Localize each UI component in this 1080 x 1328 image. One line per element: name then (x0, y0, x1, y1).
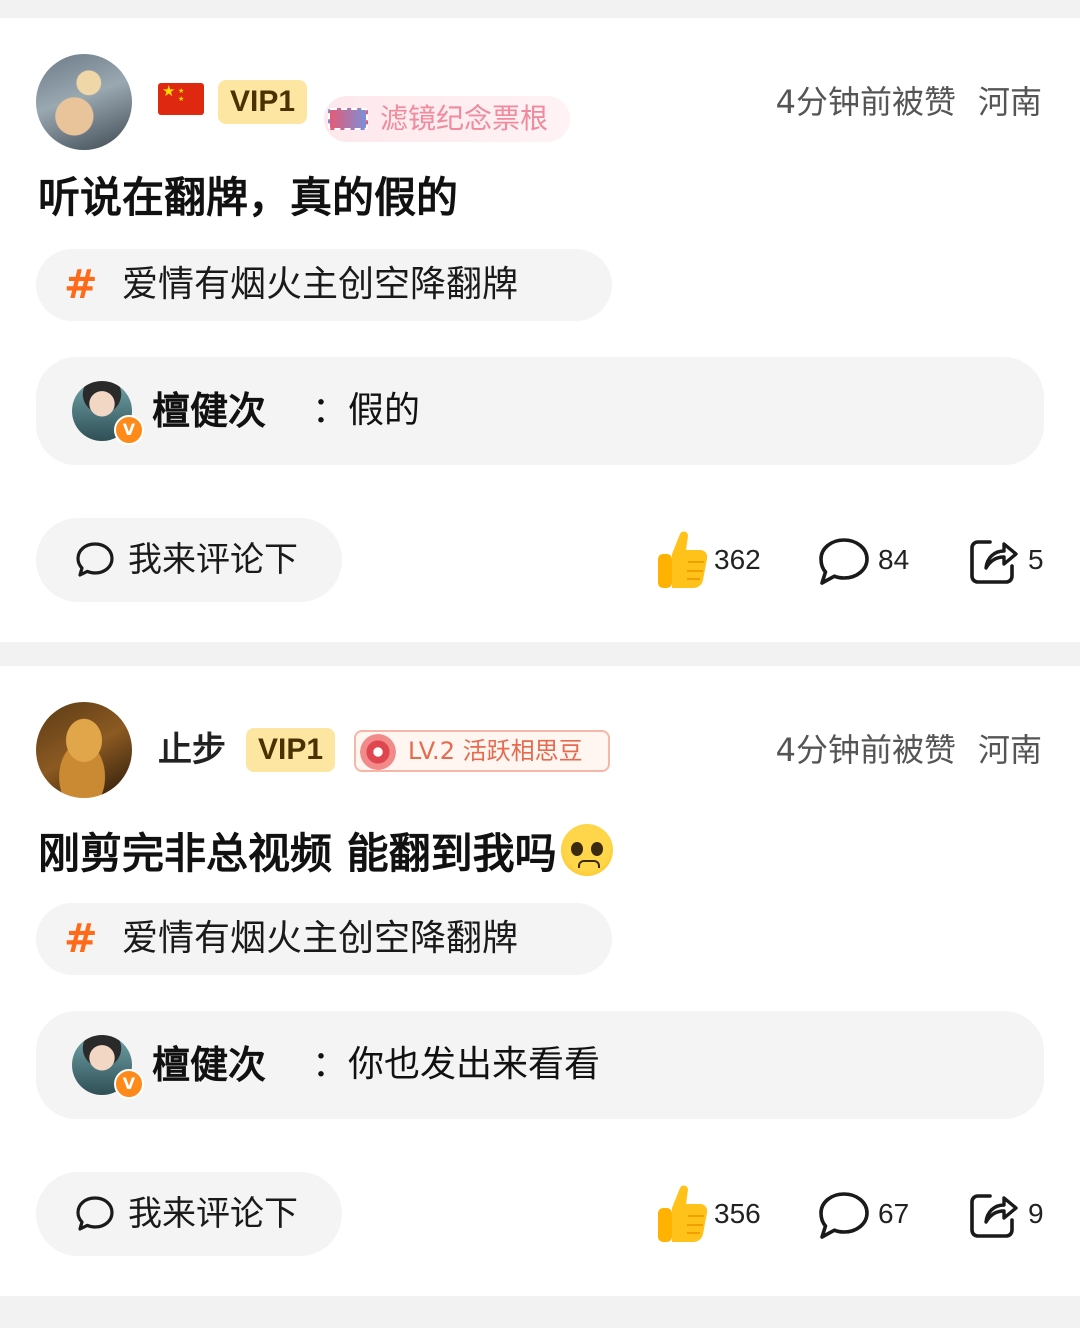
share-icon (970, 540, 1018, 584)
ticket-badge[interactable]: 滤镜纪念票根 (324, 96, 570, 142)
badge-label: LV.2 活跃相思豆 (408, 737, 583, 765)
flower-icon (360, 734, 396, 770)
comment-input-button[interactable]: 我来评论下 (36, 518, 342, 602)
like-count: 356 (714, 1198, 761, 1229)
post-meta: 4分钟前被赞 河南 (776, 728, 1042, 772)
avatar[interactable] (36, 54, 132, 150)
comment-count-button[interactable]: 67 (816, 1182, 916, 1246)
thumbs-up-icon (658, 1185, 708, 1242)
reply-separator: ： (312, 390, 349, 431)
china-flag-icon (158, 83, 204, 115)
location: 河南 (977, 83, 1042, 121)
post-content: 刚剪完非总视频 能翻到我吗 (38, 824, 613, 882)
liked-time: 4分钟前被赞 (775, 731, 956, 769)
share-icon (970, 1194, 1018, 1238)
comment-bubble-icon (76, 542, 114, 577)
like-button[interactable]: 356 (654, 1182, 764, 1246)
hashtag-icon: # (64, 262, 98, 308)
share-button[interactable]: 5 (968, 528, 1048, 592)
reply-text: 你也发出来看看 (348, 1044, 601, 1085)
share-count: 9 (1028, 1198, 1044, 1229)
post-card[interactable]: VIP1 滤镜纪念票根 4分钟前被赞河南 听说在翻牌，真的假的 # 爱情有烟火主… (0, 18, 1080, 642)
location: 河南 (977, 731, 1042, 769)
comment-bubble-icon (76, 1196, 114, 1231)
comment-count-button[interactable]: 84 (816, 528, 916, 592)
thumbs-up-icon (658, 531, 708, 588)
share-button[interactable]: 9 (968, 1182, 1048, 1246)
share-count: 5 (1028, 544, 1044, 575)
badge-label: 滤镜纪念票根 (380, 102, 549, 135)
comment-input-button[interactable]: 我来评论下 (36, 1172, 342, 1256)
ticket-icon (328, 108, 368, 130)
reply-author[interactable]: 檀健次 (152, 1011, 266, 1119)
topic-tag[interactable]: # 爱情有烟火主创空降翻牌 (36, 903, 612, 975)
vip-badge: VIP1 (218, 80, 308, 124)
verified-icon: V (114, 1069, 144, 1099)
like-count: 362 (714, 544, 761, 575)
topic-label: 爱情有烟火主创空降翻牌 (122, 264, 519, 305)
avatar[interactable] (36, 702, 132, 798)
liked-time: 4分钟前被赞 (775, 83, 956, 121)
post-text: 刚剪完非总视频 能翻到我吗 (38, 829, 557, 878)
reply-author[interactable]: 檀健次 (152, 357, 266, 465)
reply-separator: ： (312, 1044, 349, 1085)
comment-button-label: 我来评论下 (128, 540, 298, 580)
vip-badge: VIP1 (246, 728, 336, 772)
pleading-face-emoji-icon (560, 824, 613, 876)
post-card[interactable]: 止步 VIP1 LV.2 活跃相思豆 4分钟前被赞 河南 刚剪完非总视频 能翻到我… (0, 666, 1080, 1296)
hashtag-icon: # (64, 916, 98, 962)
reply-bubble[interactable]: V 檀健次 ： 假的 (36, 357, 1044, 465)
user-name[interactable]: 止步 (158, 728, 226, 772)
like-button[interactable]: 362 (654, 528, 764, 592)
comment-icon (819, 1192, 869, 1239)
topic-tag[interactable]: # 爱情有烟火主创空降翻牌 (36, 249, 612, 321)
reply-text: 假的 (348, 390, 421, 431)
comment-count: 84 (878, 544, 910, 575)
post-meta: 4分钟前被赞 河南 (776, 80, 1042, 124)
post-content: 听说在翻牌，真的假的 (38, 173, 459, 222)
comment-icon (819, 538, 869, 585)
verified-icon: V (114, 415, 144, 445)
comment-count: 67 (878, 1198, 910, 1229)
reply-bubble[interactable]: V 檀健次 ： 你也发出来看看 (36, 1011, 1044, 1119)
comment-button-label: 我来评论下 (128, 1194, 298, 1234)
level-badge[interactable]: LV.2 活跃相思豆 (354, 730, 610, 772)
topic-label: 爱情有烟火主创空降翻牌 (122, 918, 519, 959)
